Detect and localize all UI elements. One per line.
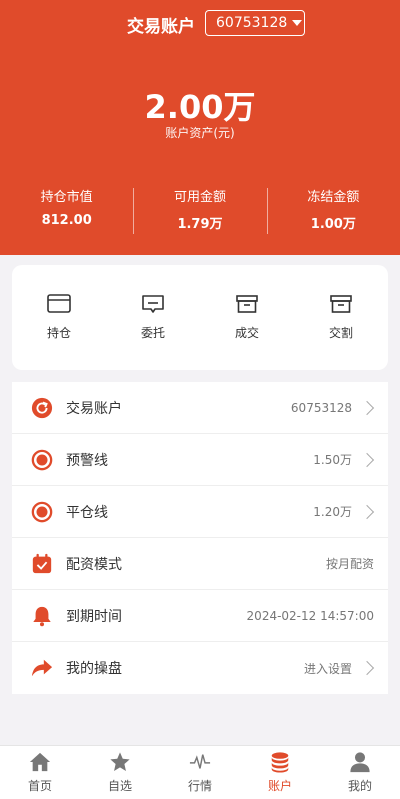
list-item-my-trading[interactable]: 我的操盘 进入设置 [12,642,388,694]
page-title: 交易账户 [127,17,195,37]
list-item-label: 交易账户 [66,400,122,417]
chevron-right-icon [359,660,375,676]
account-info-list: 交易账户 60753128 预警线 1.50万 平仓线 1.20万 配资模式 按… [12,382,388,694]
stat-label: 可用金额 [173,190,226,205]
bottom-tab-bar: 首页 自选 行情 账户 我的 [0,745,400,799]
list-item-liquidation-line[interactable]: 平仓线 1.20万 [12,486,388,538]
box-icon [236,295,258,313]
quick-actions: 持仓 委托 成交 交割 [12,265,388,370]
action-orders[interactable]: 委托 [106,293,200,370]
refresh-icon [30,396,54,420]
box-icon [330,295,352,313]
total-assets: 2.00万 [144,88,256,126]
action-label: 交割 [328,326,353,340]
list-item-value: 2024-02-12 14:57:00 [246,608,374,623]
list-item-label: 配资模式 [66,556,122,573]
tab-label: 我的 [347,779,372,793]
action-trades[interactable]: 成交 [200,293,294,370]
list-item-value: 1.20万 [313,505,352,519]
action-label: 成交 [234,326,259,340]
calendar-check-icon [30,552,54,576]
tab-watchlist[interactable]: 自选 [80,746,160,799]
stat-value: 1.79万 [177,217,223,232]
action-positions[interactable]: 持仓 [12,293,106,370]
share-arrow-icon [30,656,54,680]
account-header: 交易账户 60753128 2.00万 账户资产(元) 持仓市值 812.00 … [0,0,400,255]
tab-label: 账户 [267,779,292,793]
action-label: 委托 [140,326,165,340]
coins-icon [271,752,289,773]
message-icon [142,295,164,313]
tab-label: 行情 [187,779,212,793]
caret-down-icon [292,20,303,26]
list-item-value: 按月配资 [325,557,374,571]
list-item-value: 1.50万 [313,453,352,467]
chevron-right-icon [359,400,375,415]
stat-label: 冻结金额 [307,190,360,205]
stat-position-value: 持仓市值 812.00 [0,188,133,234]
stat-value: 812.00 [41,213,92,228]
ring-icon [30,500,54,524]
star-icon [110,752,130,771]
asset-stats: 持仓市值 812.00 可用金额 1.79万 冻结金额 1.00万 [0,188,400,234]
list-item-value: 60753128 [290,400,352,415]
pulse-icon [189,754,211,769]
tab-label: 自选 [107,779,132,793]
ring-icon [30,448,54,472]
user-icon [350,752,370,773]
tab-market[interactable]: 行情 [160,746,240,799]
account-number: 60753128 [216,15,288,31]
chevron-right-icon [359,504,375,519]
list-item-label: 预警线 [66,452,108,469]
list-item-expiry-time: 到期时间 2024-02-12 14:57:00 [12,590,388,642]
bell-icon [30,604,54,628]
stat-value: 1.00万 [310,217,356,232]
home-icon [29,752,51,772]
tab-profile[interactable]: 我的 [320,746,400,799]
list-item-margin-mode: 配资模式 按月配资 [12,538,388,590]
action-settlement[interactable]: 交割 [294,293,388,370]
card-icon [47,294,71,313]
total-assets-label: 账户资产(元) [165,126,235,140]
account-selector[interactable]: 60753128 [205,10,305,36]
stat-frozen: 冻结金额 1.00万 [266,188,400,234]
list-item-label: 到期时间 [66,608,122,625]
tab-home[interactable]: 首页 [0,746,80,799]
stat-available: 可用金额 1.79万 [133,188,266,234]
list-item-label: 我的操盘 [66,661,122,677]
tab-account[interactable]: 账户 [240,746,320,799]
tab-label: 首页 [27,779,52,793]
list-item-trading-account[interactable]: 交易账户 60753128 [12,382,388,434]
list-item-value: 进入设置 [303,661,352,676]
stat-label: 持仓市值 [40,190,93,205]
list-item-warning-line[interactable]: 预警线 1.50万 [12,434,388,486]
action-label: 持仓 [46,326,71,340]
list-item-label: 平仓线 [66,504,108,521]
chevron-right-icon [359,452,375,467]
